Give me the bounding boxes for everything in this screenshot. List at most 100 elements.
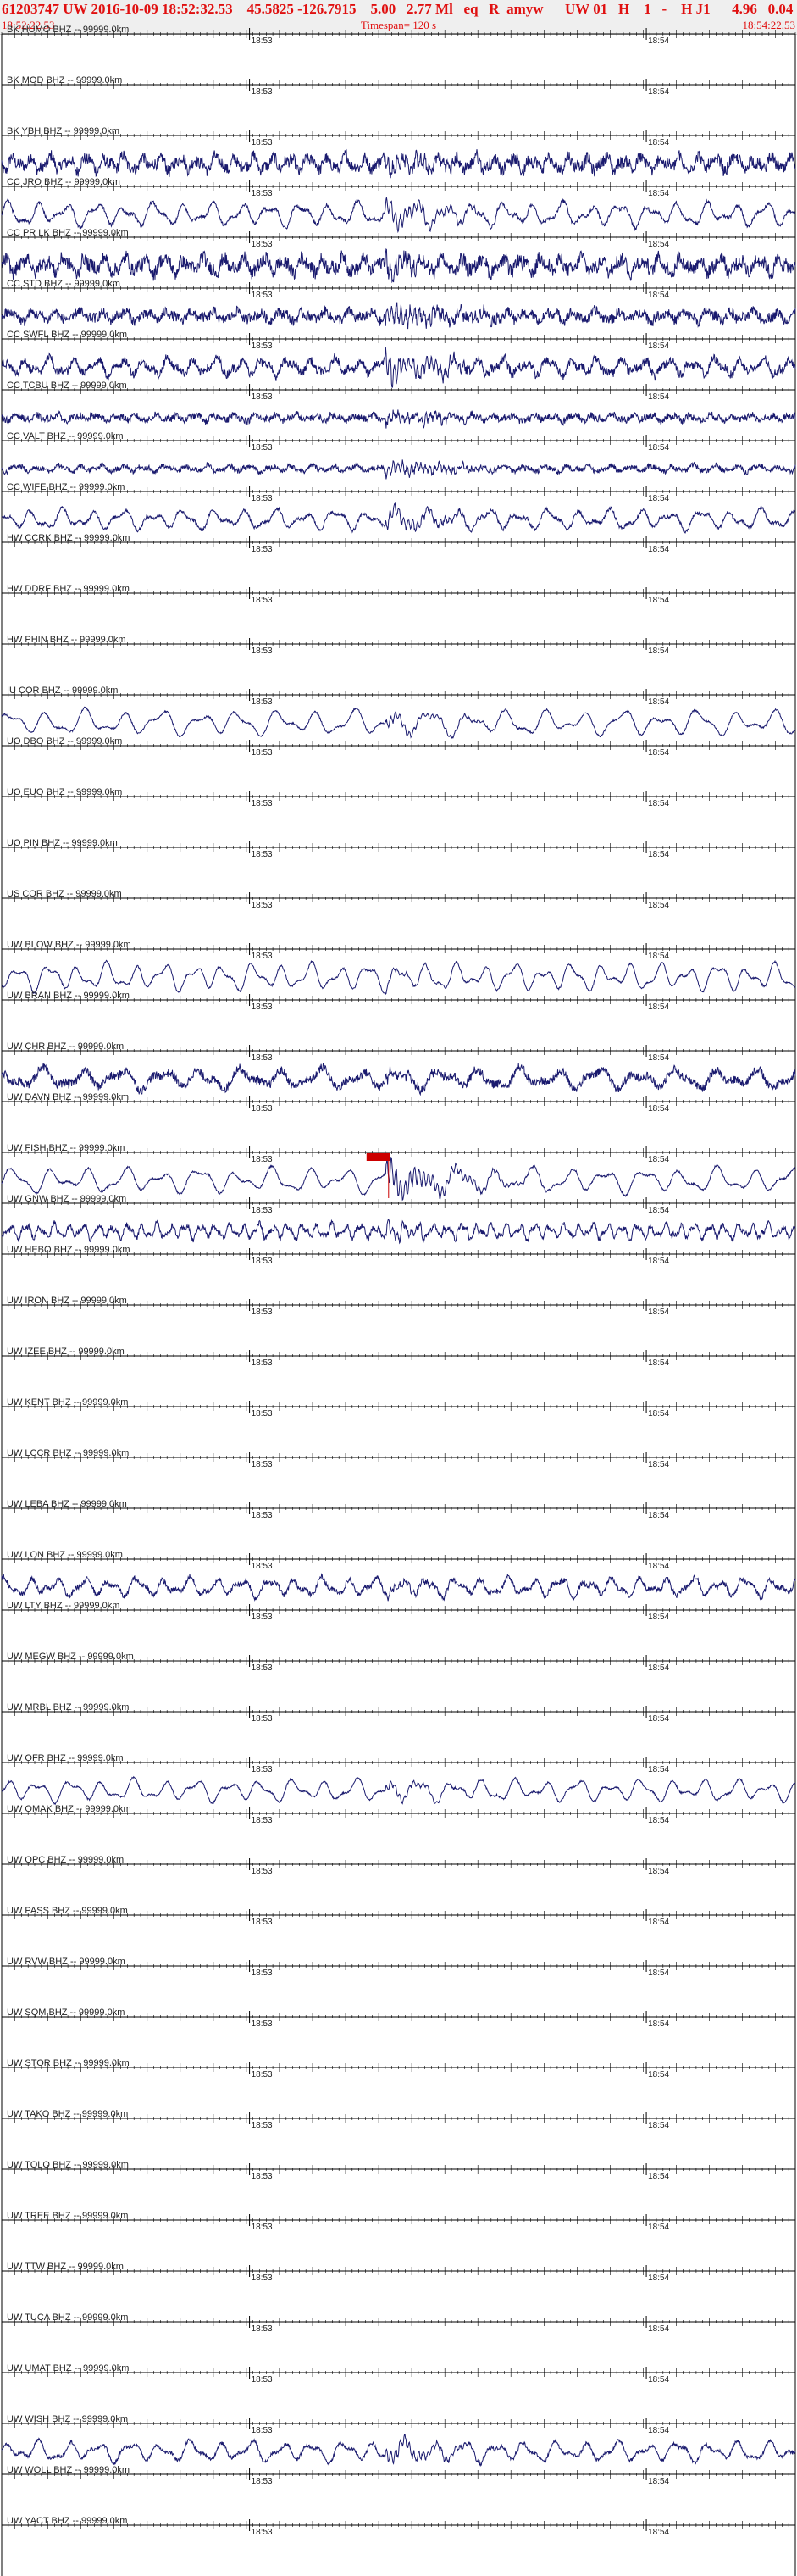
waveform-trace: [1, 148, 796, 179]
channel-panel: 18:53 18:54 UO PIN BHZ -- 99999.0km: [1, 838, 796, 859]
minute-tick-label: 18:53: [252, 1562, 273, 1571]
channel-panel: 18:53 18:54 IU COR BHZ -- 99999.0km: [1, 686, 796, 740]
channel-panel: 18:53 18:54 UW MRBL BHZ -- 99999.0km: [1, 1702, 796, 1724]
station-label: CC JRO BHZ -- 99999.0km: [7, 177, 120, 187]
minute-tick-label: 18:53: [252, 1613, 273, 1622]
minute-tick-label: 18:54: [648, 799, 669, 808]
minute-tick-label: 18:54: [648, 1714, 669, 1724]
station-label: UW LCCR BHZ -- 99999.0km: [7, 1448, 129, 1458]
minute-tick-label: 18:53: [252, 697, 273, 707]
channel-panel: 18:53 18:54 UO EUO BHZ -- 99999.0km: [1, 787, 796, 808]
channel-panel: 18:53 18:54 UW IRON BHZ -- 99999.0km: [1, 1296, 796, 1317]
waveform-trace: [1, 502, 796, 534]
minute-tick-label: 18:53: [252, 850, 273, 859]
station-label: UW FISH BHZ -- 99999.0km: [7, 1143, 125, 1153]
station-label: UW MEGW BHZ -- 99999.0km: [7, 1652, 134, 1662]
channel-panel: 18:53 18:54 UW CHR BHZ -- 99999.0km: [1, 1041, 796, 1096]
channel-panel: 18:53 18:54 UW BRAN BHZ -- 99999.0km: [1, 991, 796, 1012]
minute-tick-label: 18:53: [252, 341, 273, 351]
channel-panel: 18:53 18:54 UW FISH BHZ -- 99999.0km: [1, 1143, 796, 1202]
minute-tick-label: 18:54: [648, 596, 669, 605]
station-label: UW DAVN BHZ -- 99999.0km: [7, 1092, 129, 1102]
waveform-trace: [1, 459, 796, 480]
minute-tick-label: 18:53: [252, 1257, 273, 1266]
minute-tick-label: 18:54: [648, 545, 669, 554]
channel-panel: 18:53 18:54 CC STD BHZ -- 99999.0km: [1, 279, 796, 330]
minute-tick-label: 18:53: [252, 443, 273, 452]
minute-tick-label: 18:53: [252, 1409, 273, 1418]
minute-tick-label: 18:53: [252, 1307, 273, 1317]
station-label: UW LTY BHZ -- 99999.0km: [7, 1601, 119, 1611]
station-label: UW PASS BHZ -- 99999.0km: [7, 1906, 128, 1916]
minute-tick-label: 18:53: [252, 799, 273, 808]
channel-panel: 18:53 18:54 CC VALT BHZ -- 99999.0km: [1, 431, 796, 480]
channel-panel: 18:53 18:54 CC WIFE BHZ -- 99999.0km: [1, 482, 796, 534]
channel-panel: 18:53 18:54 UW DAVN BHZ -- 99999.0km: [1, 1092, 796, 1113]
channel-panel: 18:53 18:54 UW MEGW BHZ -- 99999.0km: [1, 1652, 796, 1673]
minute-tick-label: 18:53: [252, 748, 273, 758]
minute-tick-label: 18:54: [648, 697, 669, 707]
station-label: BK HUMO BHZ -- 99999.0km: [7, 25, 129, 35]
minute-tick-label: 18:54: [648, 1613, 669, 1622]
minute-tick-label: 18:53: [252, 240, 273, 249]
minute-tick-label: 18:54: [648, 494, 669, 503]
waveform-trace: [1, 1573, 796, 1602]
channel-panel: 18:53 18:54 UW OPC BHZ -- 99999.0km: [1, 1855, 796, 1876]
station-label: UW CHR BHZ -- 99999.0km: [7, 1041, 124, 1052]
minute-tick-label: 18:54: [648, 952, 669, 961]
channel-panel: 18:53 18:54 UW BLOW BHZ -- 99999.0km: [1, 940, 796, 996]
minute-tick-label: 18:53: [252, 952, 273, 961]
station-label: CC VALT BHZ -- 99999.0km: [7, 431, 124, 441]
channel-panel: 18:53 18:54 BK MOD BHZ -- 99999.0km: [1, 75, 796, 97]
station-label: HW DDRF BHZ -- 99999.0km: [7, 584, 130, 594]
minute-tick-label: 18:53: [252, 1053, 273, 1063]
channel-panel: 18:53 18:54 UW GNW BHZ -- 99999.0km: [1, 1194, 796, 1245]
channel-panel: 18:53 18:54 CC PR LK BHZ -- 99999.0km: [1, 228, 796, 284]
minute-tick-label: 18:53: [252, 1663, 273, 1673]
station-label: HW PHIN BHZ -- 99999.0km: [7, 635, 126, 645]
minute-tick-label: 18:53: [252, 189, 273, 198]
station-label: UO DBO BHZ -- 99999.0km: [7, 736, 122, 747]
minute-tick-label: 18:54: [648, 850, 669, 859]
channel-panel: 18:53 18:54 HW PHIN BHZ -- 99999.0km: [1, 635, 796, 656]
minute-tick-label: 18:53: [252, 1002, 273, 1012]
minute-tick-label: 18:53: [252, 1104, 273, 1113]
minute-tick-label: 18:54: [648, 1562, 669, 1571]
channel-panel: 18:53 18:54 CC JRO BHZ -- 99999.0km: [1, 177, 796, 234]
minute-tick-label: 18:53: [252, 1460, 273, 1469]
minute-tick-label: 18:53: [252, 1816, 273, 1825]
channel-panel: 18:53 18:54 UW HEBO BHZ -- 99999.0km: [1, 1245, 796, 1266]
minute-tick-label: 18:53: [252, 1765, 273, 1774]
waveform-trace: [1, 409, 796, 429]
station-label: UW LEBA BHZ -- 99999.0km: [7, 1499, 127, 1509]
station-label: UW OPC BHZ -- 99999.0km: [7, 1855, 124, 1865]
station-label: UW IZEE BHZ -- 99999.0km: [7, 1346, 125, 1357]
station-label: UO PIN BHZ -- 99999.0km: [7, 838, 118, 848]
minute-tick-label: 18:54: [648, 1206, 669, 1215]
station-label: UW KENT BHZ -- 99999.0km: [7, 1397, 128, 1407]
station-label: HW CCRK BHZ -- 99999.0km: [7, 533, 130, 543]
channel-panel: 18:53 18:54 HW CCRK BHZ -- 99999.0km: [1, 533, 796, 554]
waveform-trace: [1, 302, 796, 330]
minute-tick-label: 18:54: [648, 240, 669, 249]
station-label: IU COR BHZ -- 99999.0km: [7, 686, 118, 696]
minute-tick-label: 18:53: [252, 1358, 273, 1368]
channel-panel: 18:53 18:54 US COR BHZ -- 99999.0km: [1, 889, 796, 910]
minute-tick-label: 18:53: [252, 291, 273, 300]
minute-tick-label: 18:54: [648, 341, 669, 351]
minute-tick-label: 18:53: [252, 1867, 273, 1876]
channel-panel: 18:53 18:54 BK YBH BHZ -- 99999.0km: [1, 126, 796, 179]
minute-tick-label: 18:54: [648, 1511, 669, 1520]
waveform-trace: [1, 959, 796, 996]
minute-tick-label: 18:54: [648, 291, 669, 300]
channel-panel: 18:53 18:54 CC TCBU BHZ -- 99999.0km: [1, 380, 796, 429]
channel-panel: 18:53 18:54 UW PASS BHZ -- 99999.0km: [1, 1906, 796, 1927]
minute-tick-label: 18:53: [252, 138, 273, 147]
station-label: UW GNW BHZ -- 99999.0km: [7, 1194, 126, 1204]
minute-tick-label: 18:53: [252, 1511, 273, 1520]
minute-tick-label: 18:54: [648, 87, 669, 97]
minute-tick-label: 18:53: [252, 36, 273, 46]
minute-tick-label: 18:53: [252, 1918, 273, 1927]
waveform-trace: [1, 1219, 796, 1245]
station-label: CC TCBU BHZ -- 99999.0km: [7, 380, 127, 391]
